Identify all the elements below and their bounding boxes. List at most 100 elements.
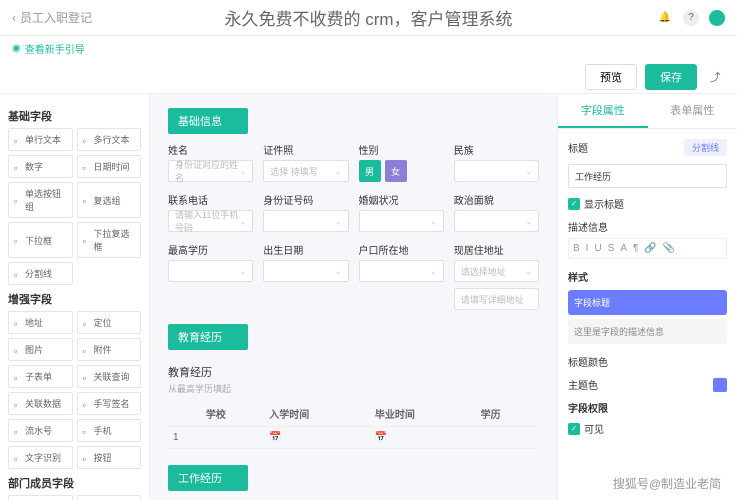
guide-link[interactable]: ◉查看新手引导 xyxy=(0,36,737,60)
section-edu[interactable]: 教育经历 xyxy=(168,324,248,350)
form-field[interactable]: 婚姻状况 ⌄ xyxy=(359,192,444,232)
section-basic[interactable]: 基础信息 xyxy=(168,108,248,134)
field-input[interactable]: ⌄ xyxy=(168,260,253,282)
field-input[interactable]: 身份证对应的姓名⌄ xyxy=(168,160,253,182)
field-type[interactable]: ▫下拉框 xyxy=(8,222,73,258)
field-type[interactable]: ▫日期时间 xyxy=(77,155,142,178)
radio-option[interactable]: 男 xyxy=(359,160,381,182)
field-input[interactable]: ⌄ xyxy=(263,260,348,282)
chevron-down-icon: ⌄ xyxy=(525,167,532,176)
tab-form-props[interactable]: 表单属性 xyxy=(648,94,737,128)
field-label: 现居住地址 xyxy=(454,242,539,257)
field-input[interactable]: ⌄ xyxy=(359,210,444,232)
show-title-checkbox[interactable]: ✓显示标题 xyxy=(568,196,727,211)
share-icon[interactable]: ⤴ xyxy=(705,69,725,85)
field-type[interactable]: ▫数字 xyxy=(8,155,73,178)
table-header: 学历 xyxy=(476,401,539,427)
field-label: 性别 xyxy=(359,142,444,157)
field-input[interactable]: 选择 待填写⌄ xyxy=(263,160,348,182)
color-swatch[interactable] xyxy=(713,378,727,392)
form-field[interactable]: 身份证号码⌄ xyxy=(263,192,348,232)
field-type[interactable]: ▫分割线 xyxy=(8,262,73,285)
field-icon: ▫ xyxy=(14,236,22,244)
field-icon: ▫ xyxy=(14,427,22,435)
group-title: 部门成员字段 xyxy=(8,475,141,491)
field-icon: ▫ xyxy=(14,270,22,278)
title-input[interactable]: 工作经历 xyxy=(568,164,727,188)
field-icon: ▫ xyxy=(14,346,22,354)
desc-label: 描述信息 xyxy=(568,219,727,234)
table-row[interactable]: 1📅📅 xyxy=(168,427,539,449)
section-work[interactable]: 工作经历 xyxy=(168,465,248,491)
field-icon: ▫ xyxy=(83,136,91,144)
field-input[interactable]: ⌄ xyxy=(359,260,444,282)
form-field[interactable]: 性别男女 xyxy=(359,142,444,182)
back-button[interactable]: ‹员工入职登记 xyxy=(12,9,92,26)
form-field[interactable]: 证件照选择 待填写⌄ xyxy=(263,142,348,182)
field-type[interactable]: ▫关联查询 xyxy=(77,365,142,388)
field-type[interactable]: ▫关联数据 xyxy=(8,392,73,415)
field-type[interactable]: ▫复选组 xyxy=(77,182,142,218)
edu-sub: 从最高学历填起 xyxy=(168,382,539,395)
radio-option[interactable]: 女 xyxy=(385,160,407,182)
field-type[interactable]: ▫单选按钮组 xyxy=(8,182,73,218)
form-field[interactable]: 民族 ⌄ xyxy=(454,142,539,182)
chevron-down-icon: ⌄ xyxy=(240,167,247,176)
form-field[interactable]: 户口所在地⌄ xyxy=(359,242,444,310)
field-type[interactable]: ▫按钮 xyxy=(77,446,142,469)
form-field[interactable]: 最高学历⌄ xyxy=(168,242,253,310)
field-type[interactable]: ▫流水号 xyxy=(8,419,73,442)
form-field[interactable]: 现居住地址请选择地址⌄ 请填写详细地址 xyxy=(454,242,539,310)
field-input[interactable]: 请选择地址⌄ xyxy=(454,260,539,282)
field-type[interactable]: ▫定位 xyxy=(77,311,142,334)
field-type[interactable]: ▫图片 xyxy=(8,338,73,361)
field-type[interactable]: ▫成员多选 xyxy=(77,495,142,500)
bell-icon[interactable]: 🔔 xyxy=(657,10,673,26)
field-icon: ▫ xyxy=(83,427,91,435)
form-field[interactable]: 姓名身份证对应的姓名⌄ xyxy=(168,142,253,182)
field-type[interactable]: ▫手机 xyxy=(77,419,142,442)
preview-button[interactable]: 预览 xyxy=(585,64,637,90)
field-label: 婚姻状况 xyxy=(359,192,444,207)
table-header: 毕业时间 xyxy=(370,401,476,427)
field-type[interactable]: ▫单行文本 xyxy=(8,128,73,151)
field-label: 姓名 xyxy=(168,142,253,157)
form-canvas: 基础信息 姓名身份证对应的姓名⌄证件照选择 待填写⌄性别男女民族⌄联系电话请输入… xyxy=(150,94,557,500)
watermark: 搜狐号@制造业老简 xyxy=(607,473,727,494)
rich-toolbar[interactable]: BIUSA¶🔗📎 xyxy=(568,238,727,259)
field-input[interactable]: 请输入11位手机号码⌄ xyxy=(168,210,253,232)
perm-label: 字段权限 xyxy=(568,400,727,415)
style-preview-head[interactable]: 字段标题 xyxy=(568,290,727,315)
field-input[interactable]: ⌄ xyxy=(454,160,539,182)
field-type[interactable]: ▫多行文本 xyxy=(77,128,142,151)
field-type[interactable]: ▫地址 xyxy=(8,311,73,334)
group-title: 基础字段 xyxy=(8,108,141,124)
field-label: 民族 xyxy=(454,142,539,157)
field-icon: ▫ xyxy=(83,236,91,244)
form-field[interactable]: 联系电话请输入11位手机号码⌄ xyxy=(168,192,253,232)
field-type[interactable]: ▫文字识别 xyxy=(8,446,73,469)
field-icon: ▫ xyxy=(83,319,91,327)
field-type[interactable]: ▫成员单选 xyxy=(8,495,73,500)
field-type-tag: 分割线 xyxy=(684,139,727,156)
field-type[interactable]: ▫下拉复选框 xyxy=(77,222,142,258)
save-button[interactable]: 保存 xyxy=(645,64,697,90)
help-icon[interactable]: ? xyxy=(683,10,699,26)
avatar[interactable] xyxy=(709,10,725,26)
visible-checkbox[interactable]: ✓可见 xyxy=(568,421,727,436)
field-type[interactable]: ▫手写签名 xyxy=(77,392,142,415)
field-type[interactable]: ▫附件 xyxy=(77,338,142,361)
field-input[interactable]: ⌄ xyxy=(263,210,348,232)
field-icon: ▫ xyxy=(14,454,22,462)
field-type[interactable]: ▫子表单 xyxy=(8,365,73,388)
chevron-down-icon: ⌄ xyxy=(335,217,342,226)
field-input[interactable]: ⌄ xyxy=(454,210,539,232)
right-sidebar: 字段属性 表单属性 标题分割线 工作经历 ✓显示标题 描述信息 BIUSA¶🔗📎… xyxy=(557,94,737,500)
chevron-left-icon: ‹ xyxy=(12,11,16,25)
form-field[interactable]: 政治面貌⌄ xyxy=(454,192,539,232)
form-field[interactable]: 出生日期⌄ xyxy=(263,242,348,310)
field-input[interactable]: 请填写详细地址 xyxy=(454,288,539,310)
field-icon: ▫ xyxy=(14,400,22,408)
chevron-down-icon: ⌄ xyxy=(240,217,247,226)
tab-field-props[interactable]: 字段属性 xyxy=(558,94,648,128)
